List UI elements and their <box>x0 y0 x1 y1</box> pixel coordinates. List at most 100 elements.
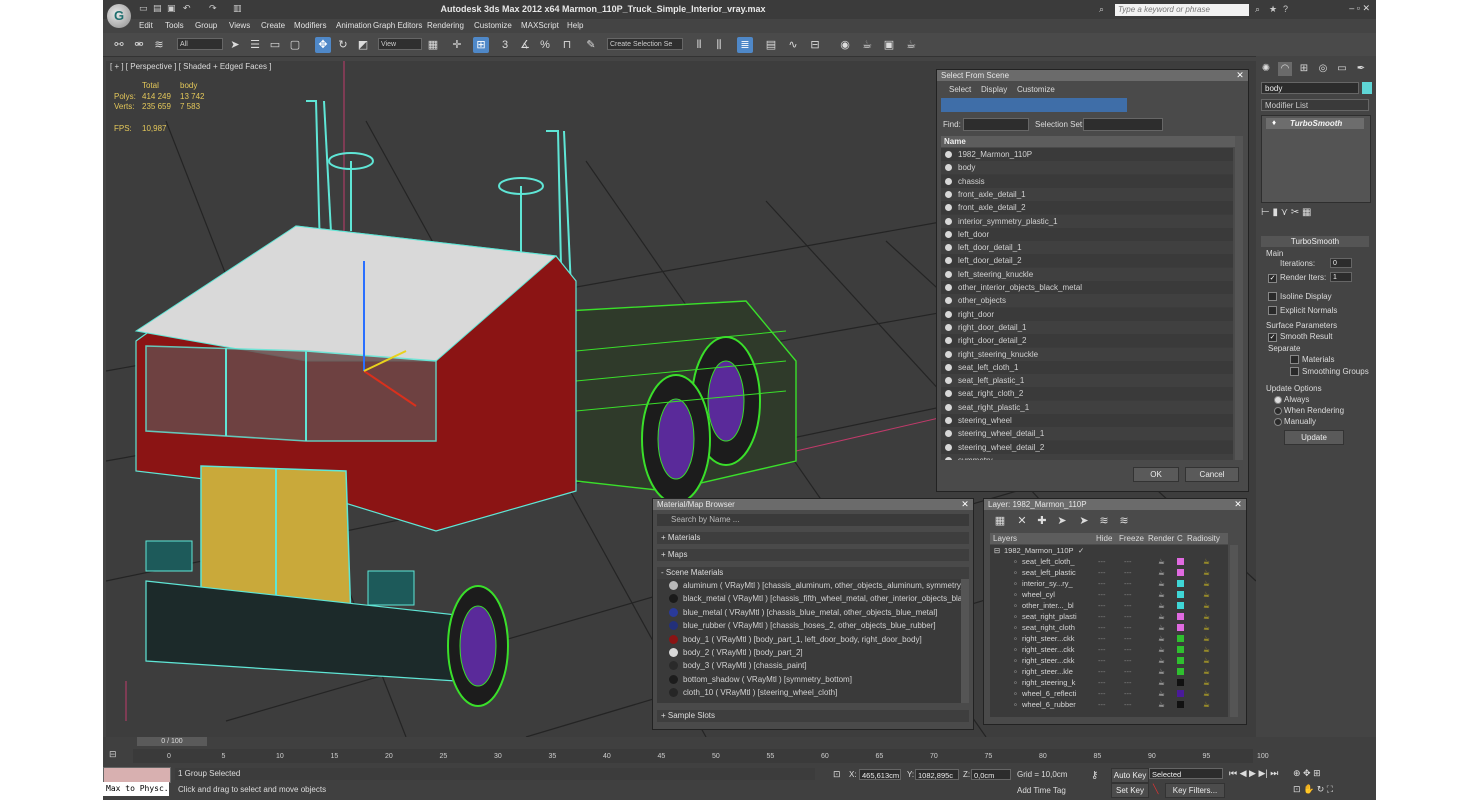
hide-toggle[interactable]: --- <box>1098 589 1106 600</box>
render-teapot-icon[interactable]: ☕ <box>1158 655 1165 666</box>
object-list-item[interactable]: left_door_detail_2 <box>941 254 1233 268</box>
object-list-item[interactable]: right_door <box>941 307 1233 321</box>
object-list-item[interactable]: right_door_detail_1 <box>941 320 1233 334</box>
manually-radio[interactable] <box>1274 418 1282 426</box>
render-teapot-icon[interactable]: ☕ <box>1158 688 1165 699</box>
freeze-toggle[interactable]: --- <box>1124 556 1132 567</box>
z-coordinate-field[interactable]: 0,0cm <box>971 769 1011 780</box>
material-list-item[interactable]: body_3 ( VRayMtl ) [chassis_paint] <box>657 659 961 672</box>
radiosity-icon[interactable]: ☕ <box>1203 578 1210 589</box>
key-icon[interactable]: ⚷ <box>1091 770 1098 781</box>
render-teapot-icon[interactable]: ☕ <box>1158 578 1165 589</box>
named-selection-select[interactable]: Create Selection Se <box>607 38 683 50</box>
unlink-icon[interactable]: ⚮ <box>131 37 147 53</box>
layer-color-swatch[interactable] <box>1177 646 1184 653</box>
isoline-checkbox[interactable] <box>1268 292 1277 301</box>
layer-row[interactable]: ▫ wheel_6_reflecti --- --- ☕ ☕ <box>990 688 1228 699</box>
stack-item-turbosmooth[interactable]: TurboSmooth <box>1266 118 1364 129</box>
rect-selection-icon[interactable]: ▭ <box>267 37 283 53</box>
radiosity-icon[interactable]: ☕ <box>1203 666 1210 677</box>
object-list-item[interactable]: symmetry <box>941 453 1233 460</box>
menu-maxscript[interactable]: MAXScript <box>521 21 559 30</box>
display-filter-icons[interactable] <box>941 98 1127 112</box>
highlight-layer-icon[interactable]: ➤ <box>1076 513 1092 529</box>
move-icon[interactable]: ✥ <box>315 37 331 53</box>
maxscript-output[interactable]: Max to Physc. <box>103 782 169 796</box>
object-list-item[interactable]: chassis <box>941 174 1233 188</box>
menu-create[interactable]: Create <box>261 21 285 30</box>
object-list-item[interactable]: seat_left_plastic_1 <box>941 374 1233 388</box>
create-tab-icon[interactable]: ✺ <box>1259 62 1273 76</box>
hide-toggle[interactable]: --- <box>1098 556 1106 567</box>
object-list-item[interactable]: left_door_detail_1 <box>941 241 1233 255</box>
select-from-scene-title[interactable]: Select From Scene <box>937 70 1248 81</box>
search-icon[interactable]: ⌕ <box>1099 4 1104 15</box>
orbit-pan-icons[interactable]: ⊡ ✋ ↻ ⛶ <box>1293 784 1333 795</box>
window-crossing-icon[interactable]: ▢ <box>287 37 303 53</box>
material-list-item[interactable]: blue_metal ( VRayMtl ) [chassis_blue_met… <box>657 606 961 619</box>
x-coordinate-field[interactable]: 465,613cm <box>859 769 901 780</box>
radiosity-icon[interactable]: ☕ <box>1203 600 1210 611</box>
material-list-scrollbar[interactable] <box>961 579 969 703</box>
key-filters-button[interactable]: Key Filters... <box>1165 783 1225 798</box>
render-iters-checkbox[interactable]: ✓ <box>1268 274 1277 283</box>
selection-filter-select[interactable]: All <box>177 38 223 50</box>
freeze-all-icon[interactable]: ≋ <box>1116 513 1132 529</box>
object-list-item[interactable]: steering_wheel_detail_2 <box>941 440 1233 454</box>
render-teapot-icon[interactable]: ☕ <box>1158 677 1165 688</box>
menu-customize[interactable]: Customize <box>474 21 512 30</box>
mirror-icon[interactable]: ⫴ <box>691 37 707 53</box>
radiosity-icon[interactable]: ☕ <box>1203 556 1210 567</box>
render-teapot-icon[interactable]: ☕ <box>1158 699 1165 710</box>
menu-modifiers[interactable]: Modifiers <box>294 21 326 30</box>
object-list-item[interactable]: right_door_detail_2 <box>941 334 1233 348</box>
hide-toggle[interactable]: --- <box>1098 655 1106 666</box>
freeze-toggle[interactable]: --- <box>1124 699 1132 710</box>
track-bar[interactable]: 0 5 10 15 20 25 30 35 40 45 50 55 60 65 70 75 80 85 90 95 10… <box>133 749 1269 763</box>
light-bulb-icon[interactable]: ♦ <box>1272 118 1276 127</box>
hide-toggle[interactable]: --- <box>1098 688 1106 699</box>
always-radio[interactable] <box>1274 396 1282 404</box>
smoothing-groups-checkbox[interactable] <box>1290 367 1299 376</box>
object-list-item[interactable]: steering_wheel_detail_1 <box>941 427 1233 441</box>
hide-toggle[interactable]: --- <box>1098 677 1106 688</box>
binoculars-icon[interactable]: ⌕ <box>1255 4 1260 15</box>
radiosity-icon[interactable]: ☕ <box>1203 589 1210 600</box>
lock-selection-icon[interactable]: ⊡ <box>833 769 841 780</box>
rendered-frame-icon[interactable]: ▣ <box>881 37 897 53</box>
freeze-toggle[interactable]: --- <box>1124 589 1132 600</box>
graphite-tools-icon[interactable]: ▤ <box>763 37 779 53</box>
layer-row[interactable]: ▫ seat_left_plastic --- --- ☕ ☕ <box>990 567 1228 578</box>
material-list-item[interactable]: blue_rubber ( VRayMtl ) [chassis_hoses_2… <box>657 619 961 632</box>
object-list-item[interactable]: body <box>941 161 1233 175</box>
edit-named-selection-icon[interactable]: ✎ <box>583 37 599 53</box>
freeze-toggle[interactable]: --- <box>1124 688 1132 699</box>
render-teapot-icon[interactable]: ☕ <box>1158 556 1165 567</box>
object-name-field[interactable]: body <box>1261 82 1359 94</box>
materials-checkbox[interactable] <box>1290 355 1299 364</box>
object-list-item[interactable]: seat_right_plastic_1 <box>941 400 1233 414</box>
column-freeze[interactable]: Freeze <box>1119 534 1144 543</box>
update-button[interactable]: Update <box>1284 430 1344 445</box>
expand-icon[interactable]: ⊟ <box>994 545 1000 556</box>
tab-display[interactable]: Display <box>981 85 1007 94</box>
layer-color-swatch[interactable] <box>1177 701 1184 708</box>
stack-tools[interactable]: ⊢ ▮ ⋎ ✂ ▦ <box>1261 207 1311 218</box>
freeze-toggle[interactable]: --- <box>1124 578 1132 589</box>
render-teapot-icon[interactable]: ☕ <box>1158 622 1165 633</box>
layer-manager-title[interactable]: Layer: 1982_Marmon_110P <box>984 499 1246 510</box>
tab-customize[interactable]: Customize <box>1017 85 1055 94</box>
material-list-item[interactable]: black_metal ( VRayMtl ) [chassis_fifth_w… <box>657 592 961 605</box>
material-browser-close-icon[interactable]: ✕ <box>960 499 970 509</box>
render-setup-icon[interactable]: ☕ <box>859 37 875 53</box>
render-teapot-icon[interactable]: ☕ <box>1158 600 1165 611</box>
layer-color-swatch[interactable] <box>1177 602 1184 609</box>
column-hide[interactable]: Hide <box>1096 534 1112 543</box>
material-list-item[interactable]: body_2 ( VRayMtl ) [body_part_2] <box>657 646 961 659</box>
layer-color-swatch[interactable] <box>1177 690 1184 697</box>
freeze-toggle[interactable]: --- <box>1124 611 1132 622</box>
hide-toggle[interactable]: --- <box>1098 622 1106 633</box>
key-mode-select[interactable]: Selected <box>1149 768 1223 779</box>
radiosity-icon[interactable]: ☕ <box>1203 688 1210 699</box>
menu-group[interactable]: Group <box>195 21 217 30</box>
